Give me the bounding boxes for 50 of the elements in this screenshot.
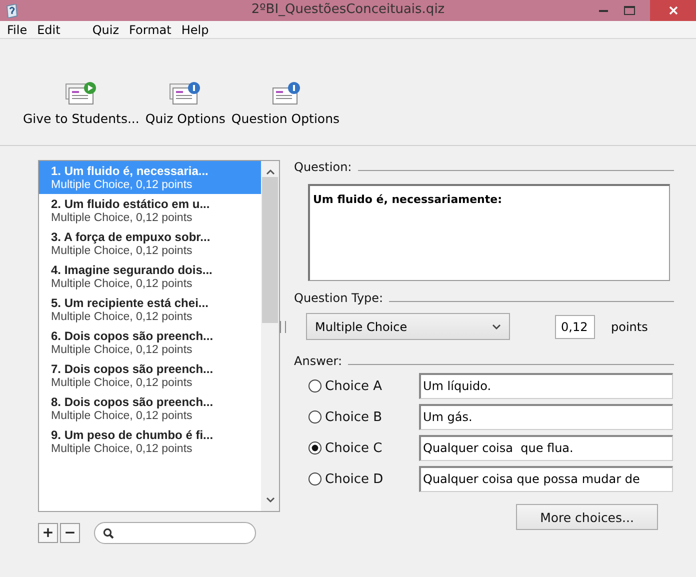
choice-radio[interactable]: Choice C bbox=[308, 440, 419, 456]
question-list-item[interactable]: 7. Dois copos são preench... Multiple Choice, 0,12 points bbox=[39, 359, 261, 392]
question-list-item[interactable]: 6. Dois copos são preench... Multiple Choice, 0,12 points bbox=[39, 326, 261, 359]
toolbar-button[interactable]: Give to Students... bbox=[20, 81, 142, 126]
question-type-dropdown[interactable]: Multiple Choice bbox=[306, 313, 510, 340]
document-stack-icon bbox=[169, 81, 202, 105]
remove-button[interactable]: − bbox=[60, 523, 80, 543]
choice-text-field[interactable]: Um gás. bbox=[419, 404, 673, 430]
menu-item[interactable]: Quiz bbox=[87, 22, 124, 36]
section-label: Question: bbox=[294, 160, 352, 174]
question-list-item[interactable]: 8. Dois copos são preench... Multiple Choice, 0,12 points bbox=[39, 392, 261, 425]
toolbar-button[interactable]: Quiz Options bbox=[142, 81, 228, 126]
section-label: Answer: bbox=[294, 354, 342, 368]
choice-radio[interactable]: Choice B bbox=[308, 410, 419, 424]
choice-text-field[interactable]: Um líquido. bbox=[419, 373, 673, 399]
minimize-icon bbox=[598, 10, 608, 12]
search-icon bbox=[103, 528, 114, 538]
points-field[interactable]: 0,12 bbox=[555, 314, 595, 338]
close-button[interactable] bbox=[650, 0, 696, 21]
question-list-item[interactable]: 3. A força de empuxo sobr... Multiple Choice, 0,12 points bbox=[39, 227, 261, 260]
scroll-down-icon[interactable] bbox=[266, 497, 274, 503]
question-list-item[interactable]: 2. Um fluido estático em u... Multiple Choice, 0,12 points bbox=[39, 194, 261, 227]
app-icon bbox=[6, 4, 18, 18]
more-choices-button[interactable]: More choices... bbox=[516, 504, 658, 530]
choice-text-field[interactable]: Qualquer coisa que flua. bbox=[419, 435, 673, 461]
maximize-icon bbox=[624, 6, 634, 15]
menu-item[interactable]: Format bbox=[124, 22, 176, 36]
scroll-up-icon[interactable] bbox=[266, 169, 274, 175]
window-title: 2ºBI_QuestõesConceituais.qiz bbox=[251, 2, 445, 17]
toolbar-button[interactable]: Question Options bbox=[228, 81, 343, 126]
points-label: points bbox=[611, 320, 648, 334]
choice-radio[interactable]: Choice D bbox=[308, 472, 419, 486]
question-list-item[interactable]: 9. Um peso de chumbo é fi... Multiple Choice, 0,12 points bbox=[39, 425, 261, 458]
splitter-handle[interactable] bbox=[280, 320, 286, 332]
scrollbar-thumb[interactable] bbox=[262, 177, 278, 323]
chevron-down-icon bbox=[492, 324, 501, 330]
question-list-item[interactable]: 4. Imagine segurando dois... Multiple Choice, 0,12 points bbox=[39, 260, 261, 293]
menu-item[interactable]: Edit bbox=[32, 22, 66, 36]
choice-radio[interactable]: Choice A bbox=[308, 378, 419, 394]
close-icon bbox=[668, 6, 678, 15]
scrollbar[interactable] bbox=[261, 161, 279, 511]
menu-item[interactable]: Help bbox=[176, 22, 214, 36]
question-list-item[interactable]: 5. Um recipiente está chei... Multiple Choice, 0,12 points bbox=[39, 293, 261, 326]
add-button[interactable]: + bbox=[38, 523, 58, 543]
choice-text-field[interactable]: Qualquer coisa que possa mudar de bbox=[419, 466, 673, 492]
section-label: Question Type: bbox=[294, 291, 384, 305]
document-stack-icon bbox=[65, 81, 98, 105]
search-field[interactable] bbox=[94, 522, 256, 544]
menu-item[interactable]: File bbox=[2, 22, 32, 36]
question-text-field[interactable]: Um fluido é, necessariamente: bbox=[308, 184, 670, 281]
